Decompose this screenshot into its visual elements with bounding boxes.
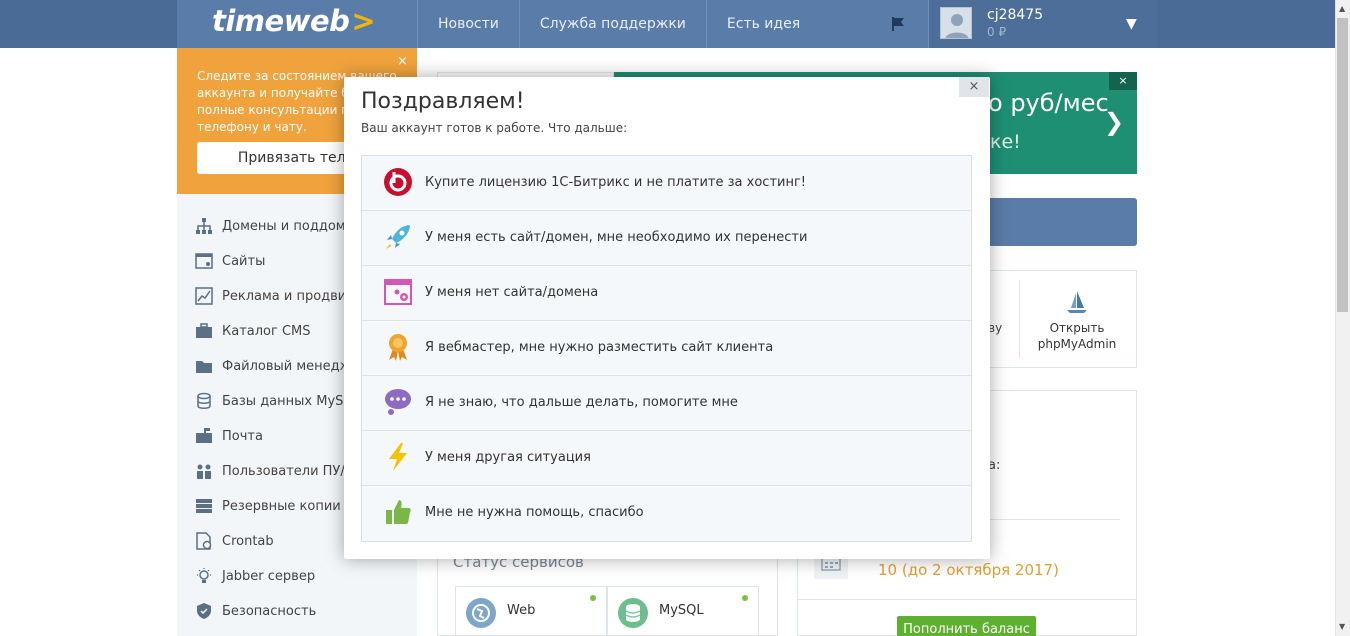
modal-close-icon[interactable]: × [959, 77, 989, 97]
top-nav: Новости Служба поддержки Есть идея [417, 0, 820, 48]
logo-chevron-icon: > [351, 4, 376, 38]
scrollbar-thumb[interactable] [1337, 18, 1348, 312]
option-label: У меня нет сайта/домена [425, 285, 599, 300]
option-other[interactable]: У меня другая ситуация [362, 431, 971, 486]
browser-gear-icon [384, 279, 412, 305]
flag-icon[interactable] [890, 16, 906, 32]
option-no-help[interactable]: Мне не нужна помощь, спасибо [362, 486, 971, 541]
username: cj28475 [987, 7, 1044, 23]
option-no-site[interactable]: У меня нет сайта/домена [362, 266, 971, 321]
user-silhouette-icon [945, 14, 969, 38]
option-label: Купите лицензию 1С-Битрикс и не платите … [425, 175, 807, 190]
nav-support[interactable]: Служба поддержки [518, 0, 706, 48]
logo[interactable]: timeweb> [212, 4, 376, 38]
option-label: Я вебмастер, мне нужно разместить сайт к… [425, 340, 774, 355]
option-migrate[interactable]: У меня есть сайт/домен, мне необходимо и… [362, 211, 971, 266]
caret-down-icon[interactable]: ▼ [1126, 16, 1137, 32]
nav-news[interactable]: Новости [417, 0, 519, 48]
rocket-icon [386, 225, 410, 249]
modal-subtitle: Ваш аккаунт готов к работе. Что дальше: [361, 121, 628, 135]
avatar[interactable] [940, 7, 972, 39]
thumbs-up-icon [386, 500, 411, 524]
nav-idea[interactable]: Есть идея [705, 0, 820, 48]
option-need-help[interactable]: Я не знаю, что дальше делать, помогите м… [362, 376, 971, 431]
scroll-up-arrow-icon[interactable]: ▲ [1339, 4, 1345, 13]
scroll-down-arrow-icon[interactable]: ▼ [1339, 622, 1345, 631]
logo-text: timeweb [212, 4, 350, 38]
user-balance: 0 ₽ [987, 25, 1007, 39]
option-webmaster[interactable]: Я вебмастер, мне нужно разместить сайт к… [362, 321, 971, 376]
bitrix-icon [384, 168, 412, 196]
option-bitrix[interactable]: Купите лицензию 1С-Битрикс и не платите … [362, 156, 971, 211]
option-label: У меня другая ситуация [425, 450, 591, 465]
option-label: Мне не нужна помощь, спасибо [425, 505, 644, 520]
option-label: У меня есть сайт/домен, мне необходимо и… [425, 230, 808, 245]
award-icon [389, 334, 407, 361]
lightning-icon [389, 443, 407, 471]
option-label: Я не знаю, что дальше делать, помогите м… [425, 395, 738, 410]
thought-bubble-icon [385, 389, 411, 415]
modal-title: Поздравляем! [361, 89, 525, 114]
